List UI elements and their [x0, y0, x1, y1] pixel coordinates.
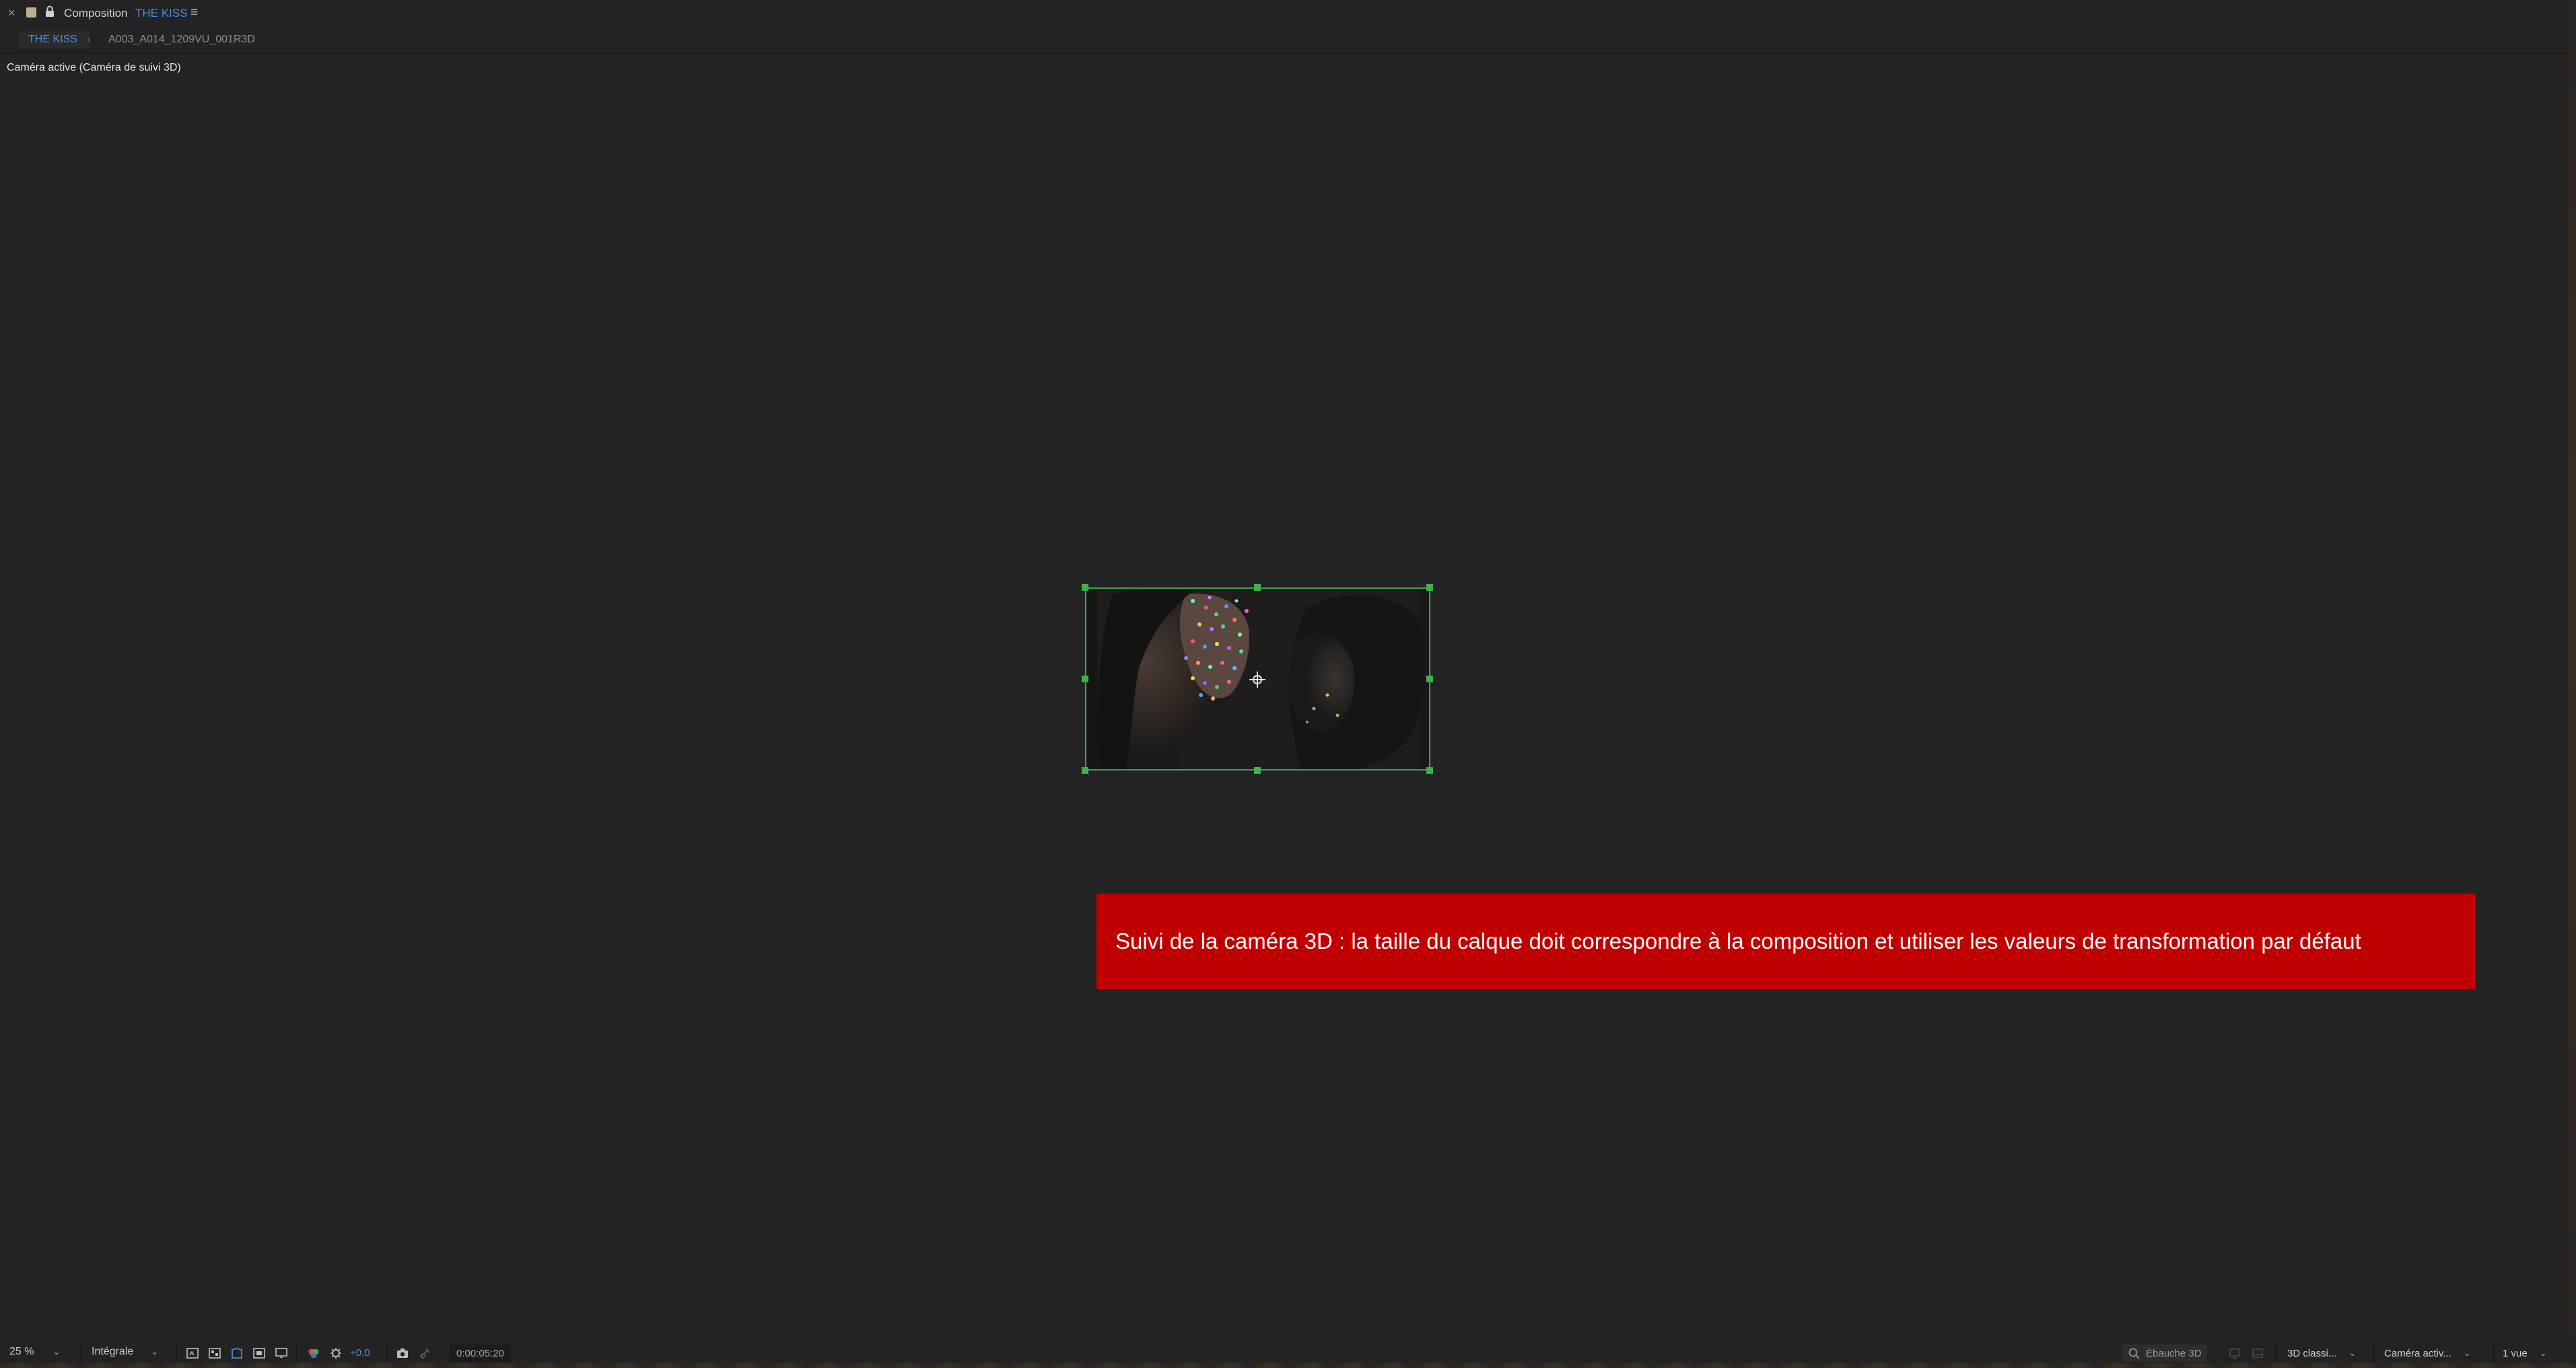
draft-3d-label: Ébauche 3D: [2146, 1347, 2202, 1359]
active-camera-label: Caméra active (Caméra de suivi 3D): [7, 62, 181, 73]
resolution-dropdown[interactable]: Intégrale ⌄: [92, 1346, 158, 1358]
composition-name-tab[interactable]: THE KISS: [135, 7, 187, 20]
camera-view-value: Caméra activ...: [2384, 1347, 2451, 1359]
adjacent-panel-edge: [2568, 0, 2576, 1368]
camera-view-dropdown[interactable]: Caméra activ... ⌄: [2380, 1344, 2475, 1362]
header-divider: [0, 52, 2576, 54]
transform-handle-bottom-left[interactable]: [1082, 767, 1088, 774]
anchor-point-icon[interactable]: [1249, 671, 1266, 688]
breadcrumb-arrow-icon: ‹: [88, 34, 91, 44]
guides-grid-icon[interactable]: [252, 1346, 266, 1360]
transform-handle-middle-right[interactable]: [1426, 676, 1433, 682]
chevron-down-icon: ⌄: [2539, 1348, 2547, 1358]
breadcrumb-label: THE KISS: [28, 34, 77, 45]
extended-viewer-icon[interactable]: [2228, 1346, 2241, 1360]
draft-3d-icon: [2128, 1348, 2140, 1359]
close-tab-icon[interactable]: ×: [8, 6, 15, 20]
view-layout-value: 1 vue: [2503, 1347, 2528, 1359]
chevron-down-icon: ⌄: [2463, 1348, 2471, 1358]
toolbar-divider: [296, 1344, 298, 1362]
toolbar-divider: [79, 1344, 81, 1362]
panel-header: × Composition THE KISS ≡: [0, 0, 2576, 27]
ground-plane-icon[interactable]: [2251, 1346, 2264, 1360]
renderer-dropdown[interactable]: 3D classi... ⌄: [2283, 1344, 2360, 1362]
exposure-value[interactable]: +0,0: [350, 1347, 370, 1359]
color-channels-icon[interactable]: [307, 1346, 320, 1360]
resolution-value: Intégrale: [92, 1346, 134, 1357]
chevron-down-icon: ⌄: [53, 1346, 61, 1357]
transform-handle-middle-left[interactable]: [1082, 676, 1088, 682]
magnification-value: 25 %: [9, 1346, 34, 1357]
channel-select-icon[interactable]: [275, 1346, 288, 1360]
transform-handle-bottom-right[interactable]: [1426, 767, 1433, 774]
panel-menu-icon[interactable]: ≡: [190, 5, 198, 20]
timecode-value: 0:00:05:20: [456, 1347, 504, 1359]
chevron-down-icon: ⌄: [2348, 1348, 2357, 1358]
warning-message: Suivi de la caméra 3D : la taille du cal…: [1115, 929, 2361, 953]
renderer-value: 3D classi...: [2287, 1347, 2337, 1359]
camera-snapshot-icon[interactable]: [396, 1346, 409, 1360]
current-time-display[interactable]: 0:00:05:20: [450, 1344, 511, 1362]
breadcrumb-item-footage[interactable]: A003_A014_1209VU_001R3D: [108, 34, 255, 46]
chevron-down-icon: ⌄: [151, 1346, 159, 1357]
draft-3d-toggle[interactable]: Ébauche 3D: [2122, 1344, 2207, 1362]
composition-panel: × Composition THE KISS ≡ THE KISS ‹ A003…: [0, 0, 2576, 1368]
transform-handle-bottom-center[interactable]: [1254, 767, 1261, 774]
transform-handle-top-left[interactable]: [1082, 584, 1088, 591]
show-snapshot-icon[interactable]: [419, 1346, 432, 1360]
composition-color-swatch-icon: [26, 7, 36, 17]
magnification-dropdown[interactable]: 25 % ⌄: [9, 1346, 60, 1358]
timeline-panel-edge: [0, 1363, 2576, 1368]
breadcrumb-item-the-kiss[interactable]: THE KISS: [19, 31, 90, 48]
transparency-grid-icon[interactable]: [208, 1346, 221, 1360]
panel-title: Composition: [64, 7, 128, 20]
transform-handle-top-right[interactable]: [1426, 584, 1433, 591]
camera-tracker-warning-banner: Suivi de la caméra 3D : la taille du cal…: [1096, 894, 2475, 989]
toolbar-divider: [2275, 1344, 2276, 1362]
toolbar-divider: [2373, 1344, 2375, 1362]
toolbar-divider: [2493, 1344, 2495, 1362]
toolbar-divider: [176, 1344, 178, 1362]
region-of-interest-icon[interactable]: [186, 1346, 199, 1360]
lock-icon[interactable]: [44, 5, 55, 17]
view-layout-dropdown[interactable]: 1 vue ⌄: [2499, 1344, 2551, 1362]
breadcrumb: THE KISS ‹ A003_A014_1209VU_001R3D: [0, 28, 2576, 51]
exposure-icon[interactable]: [329, 1346, 343, 1360]
mask-visibility-icon[interactable]: [230, 1346, 244, 1360]
toolbar-divider: [386, 1344, 388, 1362]
transform-handle-top-center[interactable]: [1254, 584, 1261, 591]
